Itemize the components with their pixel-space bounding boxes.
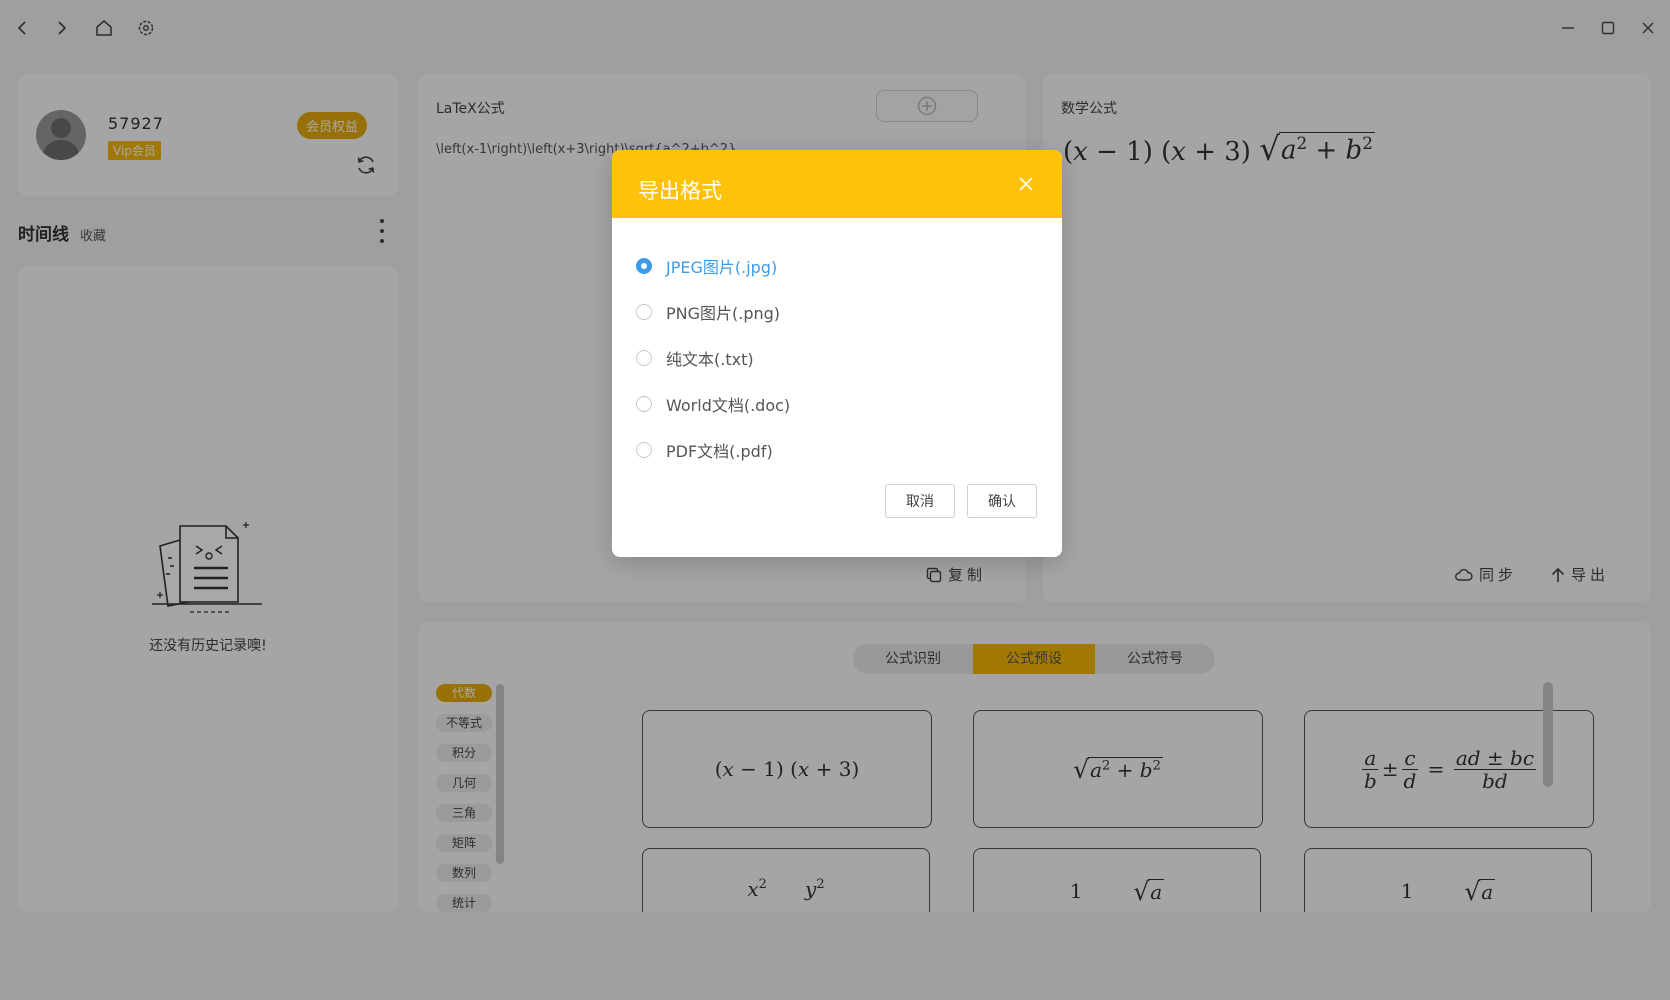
confirm-button[interactable]: 确认 bbox=[967, 484, 1037, 518]
radio-button[interactable] bbox=[636, 442, 652, 458]
format-option-doc[interactable]: World文档(.doc) bbox=[636, 392, 790, 416]
option-label: PDF文档(.pdf) bbox=[666, 442, 773, 461]
dialog-header: 导出格式 bbox=[612, 150, 1062, 218]
radio-button[interactable] bbox=[636, 258, 652, 274]
cancel-button[interactable]: 取消 bbox=[885, 484, 955, 518]
format-option-png[interactable]: PNG图片(.png) bbox=[636, 300, 780, 324]
close-icon[interactable] bbox=[1016, 174, 1036, 194]
dialog-title: 导出格式 bbox=[638, 179, 722, 203]
option-label: World文档(.doc) bbox=[666, 396, 791, 415]
format-option-jpg[interactable]: JPEG图片(.jpg) bbox=[636, 254, 777, 278]
radio-button[interactable] bbox=[636, 350, 652, 366]
radio-button[interactable] bbox=[636, 304, 652, 320]
option-label: PNG图片(.png) bbox=[666, 304, 781, 323]
format-option-txt[interactable]: 纯文本(.txt) bbox=[636, 346, 754, 370]
radio-button[interactable] bbox=[636, 396, 652, 412]
format-option-pdf[interactable]: PDF文档(.pdf) bbox=[636, 438, 773, 462]
option-label: JPEG图片(.jpg) bbox=[666, 258, 778, 277]
option-label: 纯文本(.txt) bbox=[666, 350, 754, 369]
export-format-dialog: 导出格式 JPEG图片(.jpg) PNG图片(.png) 纯文本(.txt) … bbox=[612, 150, 1062, 557]
